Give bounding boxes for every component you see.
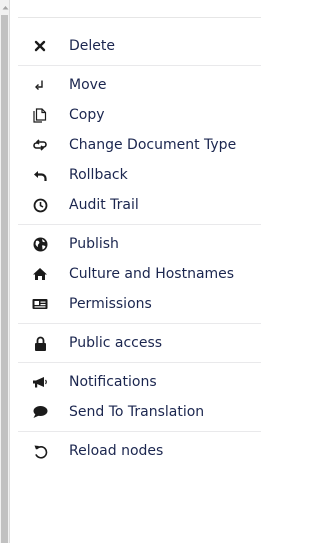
menu-item-notifications[interactable]: Notifications bbox=[18, 367, 261, 397]
menu-item-label: Rollback bbox=[69, 167, 128, 183]
scroll-thumb[interactable] bbox=[1, 15, 8, 543]
menu-item-label: Permissions bbox=[69, 296, 152, 312]
menu-item-permissions[interactable]: Permissions bbox=[18, 289, 261, 319]
exchange-icon bbox=[32, 137, 48, 153]
menu-item-label: Culture and Hostnames bbox=[69, 266, 235, 282]
menu-item-label: Move bbox=[69, 77, 107, 93]
speech-bubble-icon bbox=[32, 404, 48, 420]
menu-item-move[interactable]: Move bbox=[18, 70, 261, 100]
globe-icon bbox=[32, 236, 48, 252]
menu-divider bbox=[18, 65, 261, 66]
reload-icon bbox=[32, 443, 48, 459]
menu-item-label: Copy bbox=[69, 107, 105, 123]
menu-divider bbox=[18, 224, 261, 225]
menu-item-audit-trail[interactable]: Audit Trail bbox=[18, 190, 261, 220]
clock-icon bbox=[32, 197, 48, 213]
menu-item-publish[interactable]: Publish bbox=[18, 229, 261, 259]
move-arrow-icon bbox=[32, 77, 48, 93]
menu-item-label: Notifications bbox=[69, 374, 157, 390]
menu-item-culture-and-hostnames[interactable]: Culture and Hostnames bbox=[18, 259, 261, 289]
menu-item-label: Publish bbox=[69, 236, 119, 252]
menu-item-rollback[interactable]: Rollback bbox=[18, 160, 261, 190]
copy-icon bbox=[32, 107, 48, 123]
menu-item-change-document-type[interactable]: Change Document Type bbox=[18, 130, 261, 160]
menu-item-label: Public access bbox=[69, 335, 163, 351]
close-icon bbox=[32, 38, 48, 54]
undo-icon bbox=[32, 167, 48, 183]
menu-item-label: Reload nodes bbox=[69, 443, 164, 459]
menu-item-label: Send To Translation bbox=[69, 404, 205, 420]
menu-item-reload-nodes[interactable]: Reload nodes bbox=[18, 436, 261, 466]
menu-top-border bbox=[18, 17, 261, 18]
menu-item-send-to-translation[interactable]: Send To Translation bbox=[18, 397, 261, 427]
menu-list: Delete Move Copy Change Document Type Rollba… bbox=[18, 31, 261, 466]
menu-item-label: Audit Trail bbox=[69, 197, 139, 213]
lock-icon bbox=[32, 335, 48, 351]
menu-divider bbox=[18, 362, 261, 363]
scroll-up-arrow-icon[interactable] bbox=[0, 0, 10, 15]
menu-divider bbox=[18, 323, 261, 324]
menu-item-delete[interactable]: Delete bbox=[18, 31, 261, 61]
home-icon bbox=[32, 266, 48, 282]
menu-divider bbox=[18, 431, 261, 432]
menu-item-public-access[interactable]: Public access bbox=[18, 328, 261, 358]
actions-menu: Delete Move Copy Change Document Type Rollba… bbox=[18, 0, 261, 543]
id-card-icon bbox=[32, 296, 48, 312]
menu-item-copy[interactable]: Copy bbox=[18, 100, 261, 130]
scrollbar[interactable] bbox=[0, 0, 10, 543]
megaphone-icon bbox=[32, 374, 48, 390]
menu-item-label: Delete bbox=[69, 38, 115, 54]
menu-item-label: Change Document Type bbox=[69, 137, 237, 153]
